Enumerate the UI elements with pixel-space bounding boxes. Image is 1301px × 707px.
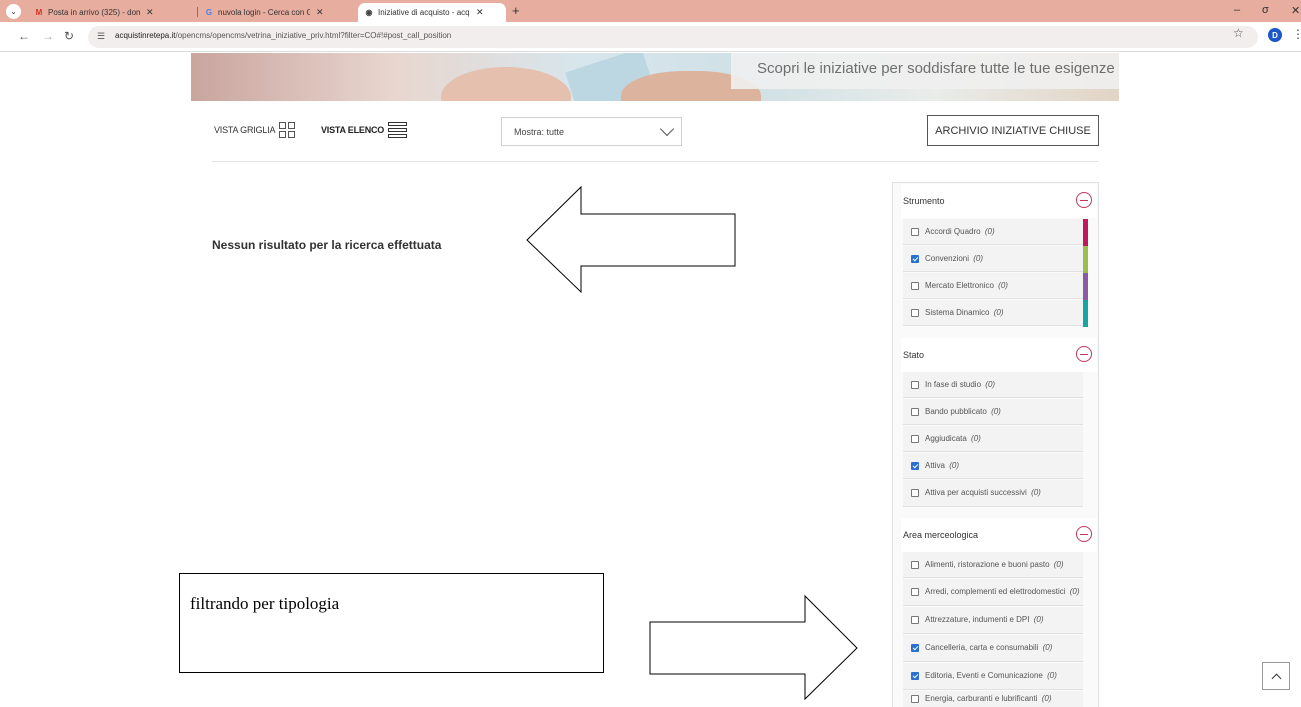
- section-title: Area merceologica: [903, 530, 979, 540]
- close-icon[interactable]: ✕: [146, 7, 154, 18]
- hero-caption: Scopri le iniziative per soddisfare tutt…: [757, 60, 1115, 77]
- tab-google-search[interactable]: G nuvola login - Cerca con Googl ✕: [198, 3, 330, 22]
- no-results-message: Nessun risultato per la ricerca effettua…: [212, 238, 442, 252]
- checkbox-checked[interactable]: [911, 644, 919, 652]
- checkbox-checked[interactable]: [911, 461, 919, 470]
- filter-option-bando-pubblicato[interactable]: Bando pubblicato (0): [903, 399, 1083, 425]
- checkbox[interactable]: [911, 407, 919, 416]
- grid-icon: [279, 122, 296, 138]
- filter-option-attiva[interactable]: Attiva (0): [903, 453, 1083, 479]
- filter-option-accordi-quadro[interactable]: Accordi Quadro (0): [903, 219, 1083, 245]
- scroll-to-top-button[interactable]: [1262, 662, 1290, 690]
- left-arrow-shape: [526, 185, 736, 294]
- filter-section-strumento[interactable]: Strumento: [901, 184, 1097, 218]
- color-stripe-mercato: [1083, 273, 1088, 300]
- checkbox-checked[interactable]: [911, 254, 919, 263]
- tab-title: Iniziative di acquisto - acquist: [378, 8, 470, 17]
- filter-section-area-merceologica[interactable]: Area merceologica: [901, 518, 1097, 552]
- google-icon: G: [205, 8, 213, 17]
- collapse-minus-icon[interactable]: [1076, 192, 1092, 208]
- filter-option-sistema-dinamico[interactable]: Sistema Dinamico (0): [903, 300, 1083, 326]
- checkbox[interactable]: [911, 616, 919, 624]
- checkbox-checked[interactable]: [911, 672, 919, 680]
- filter-option-aggiudicata[interactable]: Aggiudicata (0): [903, 426, 1083, 452]
- bookmark-star-icon[interactable]: ☆: [1233, 26, 1244, 40]
- divider: [212, 161, 1098, 162]
- checkbox[interactable]: [911, 308, 919, 317]
- tab-title: nuvola login - Cerca con Googl: [218, 8, 310, 17]
- gmail-icon: M: [35, 8, 43, 17]
- new-tab-plus-icon[interactable]: +: [512, 3, 520, 18]
- filter-option-in-fase-di-studio[interactable]: In fase di studio (0): [903, 372, 1083, 398]
- tab-title: Posta in arrivo (325) - domenic: [48, 8, 140, 17]
- site-settings-icon[interactable]: ☰: [97, 31, 109, 43]
- chevron-down-icon: [659, 121, 675, 137]
- checkbox[interactable]: [911, 281, 919, 290]
- url-text: acquistinretepa.it/opencms/opencms/vetri…: [115, 31, 452, 40]
- minimize-icon[interactable]: –: [1234, 4, 1240, 16]
- screen: ⌄ M Posta in arrivo (325) - domenic ✕ G …: [0, 0, 1301, 707]
- view-list-toggle[interactable]: VISTA ELENCO: [321, 122, 408, 138]
- forward-arrow-icon[interactable]: →: [42, 29, 54, 43]
- show-filter-value: Mostra: tutte: [514, 127, 565, 137]
- chevron-up-icon: [1271, 673, 1281, 683]
- color-stripe-accordi: [1083, 219, 1088, 246]
- section-title: Stato: [903, 350, 925, 360]
- color-stripe-convenzioni: [1083, 246, 1088, 273]
- address-bar[interactable]: ☰ acquistinretepa.it/opencms/opencms/vet…: [88, 26, 1258, 48]
- globe-icon: ◉: [365, 8, 373, 17]
- back-arrow-icon[interactable]: ←: [18, 29, 30, 43]
- filter-option-cancelleria[interactable]: Cancelleria, carta e consumabili (0): [903, 635, 1083, 662]
- browser-toolbar: ← → ↻ ☰ acquistinretepa.it/opencms/openc…: [0, 22, 1301, 52]
- filter-option-energia[interactable]: Energia, carburanti e lubrificanti (0): [903, 691, 1083, 707]
- browser-tab-bar: ⌄ M Posta in arrivo (325) - domenic ✕ G …: [0, 0, 1301, 22]
- filter-option-alimenti[interactable]: Alimenti, ristorazione e buoni pasto (0): [903, 552, 1083, 578]
- restore-icon[interactable]: σ: [1262, 4, 1269, 16]
- filter-option-arredi[interactable]: Arredi, complementi ed elettrodomestici …: [903, 579, 1083, 606]
- annotation-text: filtrando per tipologia: [190, 594, 340, 613]
- filter-option-editoria[interactable]: Editoria, Eventi e Comunicazione (0): [903, 663, 1083, 690]
- checkbox[interactable]: [911, 434, 919, 443]
- view-list-label: VISTA ELENCO: [321, 125, 385, 135]
- collapse-minus-icon[interactable]: [1076, 526, 1092, 542]
- more-menu-icon[interactable]: ⋮: [1292, 27, 1301, 41]
- filter-option-convenzioni[interactable]: Convenzioni (0): [903, 246, 1083, 272]
- checkbox[interactable]: [911, 560, 919, 569]
- checkbox[interactable]: [911, 489, 919, 497]
- archive-closed-initiatives-button[interactable]: ARCHIVIO INIZIATIVE CHIUSE: [927, 115, 1099, 146]
- annotation-box: [179, 573, 604, 673]
- checkbox[interactable]: [911, 588, 919, 596]
- tab-iniziative[interactable]: ◉ Iniziative di acquisto - acquist ✕: [358, 3, 506, 22]
- show-filter-select[interactable]: Mostra: tutte: [501, 117, 682, 146]
- color-stripe-sistema: [1083, 300, 1088, 327]
- filter-option-attiva-acquisti-successivi[interactable]: Attiva per acquisti successivi (0): [903, 480, 1083, 507]
- tab-gmail[interactable]: M Posta in arrivo (325) - domenic ✕: [28, 3, 160, 22]
- checkbox[interactable]: [911, 227, 919, 236]
- filter-section-stato[interactable]: Stato: [901, 338, 1097, 372]
- checkbox[interactable]: [911, 695, 919, 703]
- close-icon[interactable]: ✕: [476, 7, 484, 18]
- filter-option-attrezzature[interactable]: Attrezzature, indumenti e DPI (0): [903, 607, 1083, 634]
- right-arrow-shape: [649, 594, 858, 701]
- view-grid-toggle[interactable]: VISTA GRIGLIA: [214, 122, 296, 138]
- filter-option-mercato-elettronico[interactable]: Mercato Elettronico (0): [903, 273, 1083, 299]
- tab-search-chevron-icon[interactable]: ⌄: [6, 4, 21, 19]
- list-icon: [388, 122, 408, 138]
- profile-avatar[interactable]: D: [1268, 28, 1282, 42]
- close-icon[interactable]: ✕: [316, 7, 324, 18]
- collapse-minus-icon[interactable]: [1076, 346, 1092, 362]
- hero-image-hand: [441, 67, 571, 101]
- view-grid-label: VISTA GRIGLIA: [214, 125, 276, 135]
- reload-icon[interactable]: ↻: [64, 29, 74, 43]
- hero-banner: Scopri le iniziative per soddisfare tutt…: [191, 53, 1119, 101]
- checkbox[interactable]: [911, 380, 919, 389]
- section-title: Strumento: [903, 196, 945, 206]
- close-window-icon[interactable]: ✕: [1291, 4, 1300, 17]
